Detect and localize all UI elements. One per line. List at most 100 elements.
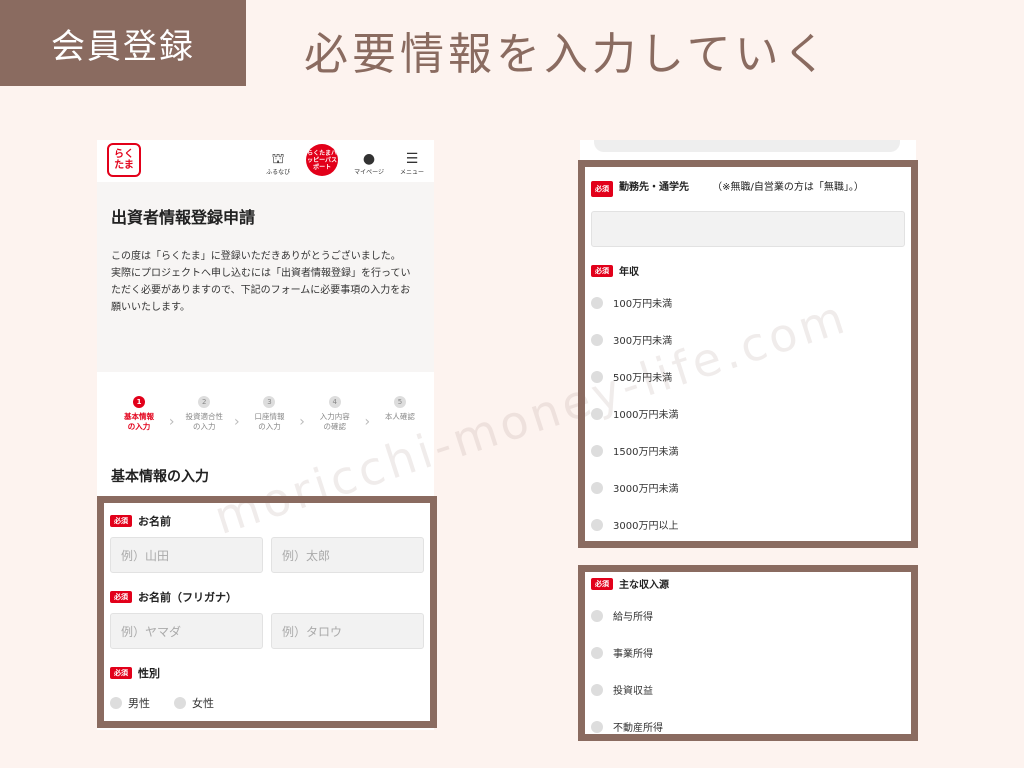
step-2: 2 投資適合性 の入力 bbox=[176, 396, 232, 444]
source-label: 必須 主な収入源 bbox=[591, 576, 905, 591]
step-3: 3 口座情報 の入力 bbox=[241, 396, 297, 444]
step-label: 本人確認 bbox=[384, 412, 415, 421]
source-option-label: 投資収益 bbox=[613, 686, 653, 697]
intro-panel: 出資者情報登録申請 この度は「らくたま」に登録いただきありがとうございました。 … bbox=[97, 182, 434, 372]
first-name-kana-input[interactable]: 例）タロウ bbox=[271, 613, 424, 649]
step-5: 5 本人確認 bbox=[372, 396, 428, 444]
last-name-input[interactable]: 例）山田 bbox=[110, 537, 263, 573]
step-label: 入力内容 bbox=[319, 412, 350, 421]
required-badge: 必須 bbox=[591, 264, 613, 277]
page-title: 出資者情報登録申請 bbox=[111, 208, 256, 227]
nav-mypage[interactable]: ● マイページ bbox=[354, 151, 384, 176]
gender-male-label: 男性 bbox=[128, 697, 150, 710]
required-badge: 必須 bbox=[591, 181, 613, 197]
step-number: 3 bbox=[263, 396, 276, 408]
income-label-text: 年収 bbox=[619, 267, 639, 278]
nav-menu-label: メニュー bbox=[399, 169, 424, 176]
gender-male-radio[interactable]: 男性 bbox=[110, 695, 150, 711]
employer-label-text: 勤務先・通学先 bbox=[619, 182, 689, 193]
intro-text-2: 実際にプロジェクトへ申し込むには「出資者情報登録」を行っていただく必要があります… bbox=[111, 268, 411, 313]
step-number: 5 bbox=[393, 396, 406, 408]
furunavi-icon: ⛫ bbox=[271, 151, 285, 167]
employer-input[interactable] bbox=[591, 211, 905, 247]
income-option-label: 1500万円未満 bbox=[613, 447, 679, 458]
step-1: 1 基本情報 の入力 bbox=[111, 396, 167, 444]
employer-note: （※無職/自営業の方は「無職」。） bbox=[712, 182, 864, 193]
chevron-right-icon: › bbox=[168, 414, 175, 430]
income-option-label: 500万円未満 bbox=[613, 373, 673, 384]
step-number: 2 bbox=[198, 396, 211, 408]
radio-circle-icon bbox=[591, 407, 603, 420]
nav-icons: ⛫ ふるなび らくたまハッピーパスポート ● マイページ ☰ メニュー bbox=[266, 144, 424, 176]
step-label: の入力 bbox=[127, 422, 151, 431]
income-option[interactable]: 3000万円未満 bbox=[591, 469, 905, 506]
url-pill[interactable] bbox=[594, 140, 900, 152]
chevron-right-icon: › bbox=[299, 414, 305, 430]
required-badge: 必須 bbox=[110, 591, 132, 603]
income-label: 必須 年収 bbox=[591, 263, 905, 278]
intro-text-1: この度は「らくたま」に登録いただきありがとうございました。 bbox=[111, 251, 401, 262]
basic-info-form: 必須 お名前 例）山田 例）太郎 必須 お名前（フリガナ） 例）ヤマダ 例）タロ… bbox=[97, 496, 437, 728]
rakutama-logo[interactable]: らく たま bbox=[107, 143, 141, 177]
source-option[interactable]: 事業所得 bbox=[591, 634, 905, 671]
radio-circle-icon bbox=[591, 333, 603, 346]
income-option[interactable]: 1000万円未満 bbox=[591, 395, 905, 432]
required-badge: 必須 bbox=[110, 667, 132, 679]
gender-radios: 男性 女性 bbox=[110, 695, 424, 711]
income-option-label: 100万円未満 bbox=[613, 299, 673, 310]
income-option[interactable]: 300万円未満 bbox=[591, 321, 905, 358]
step-number: 4 bbox=[328, 396, 341, 408]
source-label-text: 主な収入源 bbox=[619, 580, 669, 591]
income-option-label: 3000万円未満 bbox=[613, 484, 679, 495]
logo-line-2: たま bbox=[114, 160, 134, 171]
step-indicator: 1 基本情報 の入力 › 2 投資適合性 の入力 › 3 口座情報 の入力 › … bbox=[97, 372, 434, 444]
income-option-label: 3000万円以上 bbox=[613, 521, 679, 532]
income-option[interactable]: 500万円未満 bbox=[591, 358, 905, 395]
header-title: 必要情報を入力していく bbox=[304, 29, 831, 80]
kana-label: 必須 お名前（フリガナ） bbox=[110, 589, 424, 605]
radio-circle-icon bbox=[591, 481, 603, 494]
income-source-form: 必須 主な収入源 給与所得 事業所得 投資収益 不動産所得 bbox=[578, 565, 918, 741]
radio-circle-icon bbox=[591, 296, 603, 309]
income-option-label: 1000万円未満 bbox=[613, 410, 679, 421]
income-option[interactable]: 3000万円以上 bbox=[591, 506, 905, 541]
nav-mypage-label: マイページ bbox=[354, 169, 384, 176]
kana-label-text: お名前（フリガナ） bbox=[138, 591, 237, 604]
source-option-label: 不動産所得 bbox=[613, 723, 663, 734]
source-option[interactable]: 投資収益 bbox=[591, 671, 905, 708]
step-label: 投資適合性 bbox=[185, 412, 223, 421]
menu-icon: ☰ bbox=[405, 151, 419, 167]
required-badge: 必須 bbox=[591, 577, 613, 590]
logo-line-1: らく bbox=[114, 149, 134, 160]
nav-menu[interactable]: ☰ メニュー bbox=[400, 151, 424, 176]
gender-label-text: 性別 bbox=[138, 667, 160, 680]
name-row: 例）山田 例）太郎 bbox=[110, 537, 424, 573]
source-option[interactable]: 不動産所得 bbox=[591, 708, 905, 734]
employer-label: 必須 勤務先・通学先 （※無職/自営業の方は「無職」。） bbox=[591, 181, 905, 197]
radio-circle-icon bbox=[591, 683, 603, 696]
first-name-input[interactable]: 例）太郎 bbox=[271, 537, 424, 573]
source-option-label: 事業所得 bbox=[613, 649, 653, 660]
chevron-right-icon: › bbox=[364, 414, 371, 430]
nav-furunavi[interactable]: ⛫ ふるなび bbox=[266, 151, 290, 176]
gender-female-label: 女性 bbox=[192, 697, 214, 710]
gender-label: 必須 性別 bbox=[110, 665, 424, 681]
name-label: 必須 お名前 bbox=[110, 513, 424, 529]
passport-icon[interactable]: らくたまハッピーパスポート bbox=[306, 144, 339, 176]
last-name-kana-input[interactable]: 例）ヤマダ bbox=[110, 613, 263, 649]
chevron-right-icon: › bbox=[234, 414, 240, 430]
user-icon: ● bbox=[362, 151, 376, 167]
gender-female-radio[interactable]: 女性 bbox=[174, 695, 214, 711]
income-option[interactable]: 1500万円未満 bbox=[591, 432, 905, 469]
radio-circle-icon bbox=[591, 444, 603, 457]
source-option[interactable]: 給与所得 bbox=[591, 597, 905, 634]
income-option[interactable]: 100万円未満 bbox=[591, 284, 905, 321]
step-number: 1 bbox=[133, 396, 145, 408]
section-title: 基本情報の入力 bbox=[111, 469, 209, 485]
radio-circle-icon bbox=[591, 720, 603, 733]
radio-circle-icon bbox=[110, 697, 122, 709]
step-label: の入力 bbox=[192, 422, 216, 431]
source-option-label: 給与所得 bbox=[613, 612, 653, 623]
step-4: 4 入力内容 の確認 bbox=[307, 396, 363, 444]
step-label: の確認 bbox=[323, 422, 346, 431]
